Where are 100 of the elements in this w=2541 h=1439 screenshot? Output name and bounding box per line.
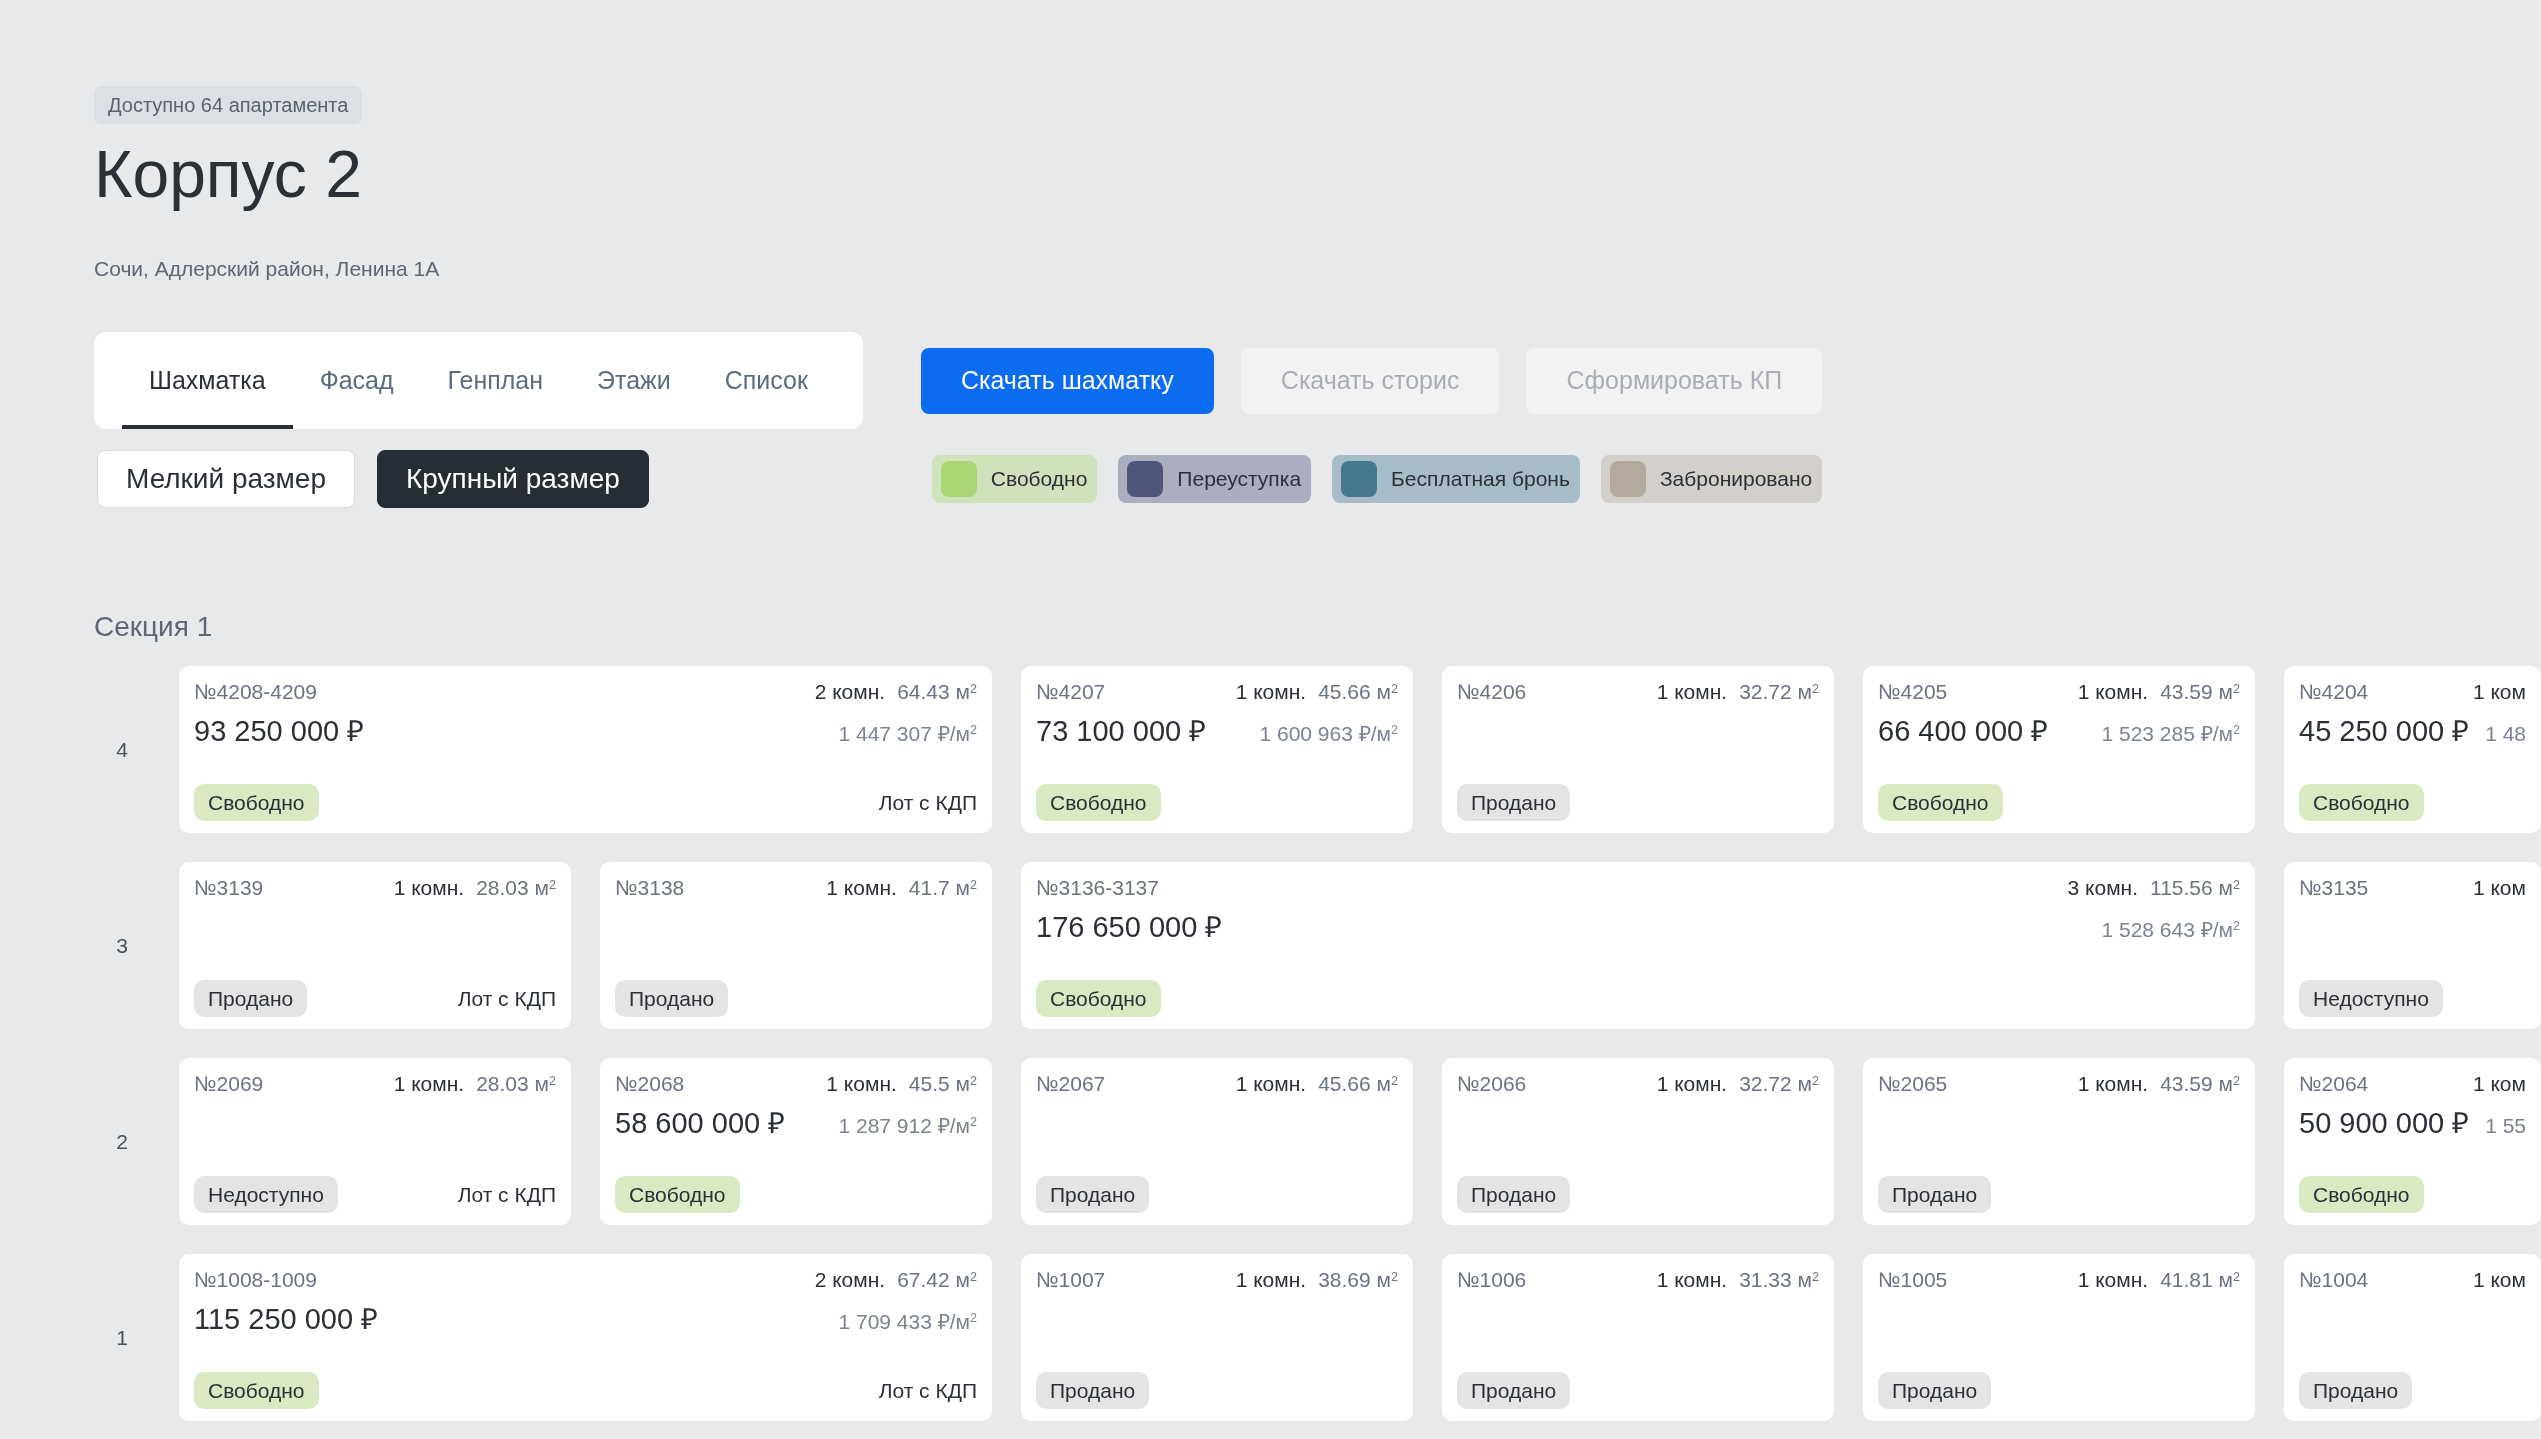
status-badge: Недоступно: [194, 1175, 338, 1214]
tab[interactable]: Генплан: [420, 332, 571, 430]
status-badge: Продано: [1878, 1371, 1992, 1410]
floor-label: 4: [115, 736, 129, 763]
room-count: 2 комн.: [814, 680, 886, 704]
apartment-card[interactable]: №3139 1 комн. 28.03 м$^{2}$ Продано Лот с КДП: [179, 862, 571, 1030]
apartment-number: №3135: [2299, 875, 2369, 902]
status-badge: Продано: [1036, 1175, 1150, 1214]
apartment-card[interactable]: №1005 1 комн. 41.81 м$^{2}$ Продано: [1863, 1254, 2255, 1422]
apartment-card[interactable]: №1007 1 комн. 38.69 м$^{2}$ Продано: [1021, 1254, 1413, 1422]
area-text: 32.72 м$^{2}$: [1739, 680, 1819, 704]
apartment-number: №4208-4209: [194, 679, 317, 706]
apartment-number: №4205: [1878, 679, 1948, 706]
tab[interactable]: Шахматка: [122, 332, 293, 430]
apartment-card[interactable]: №4205 1 комн. 43.59 м$^{2}$ 66 400 000 ₽ 1 523 285 ₽/м$^{2}$ Свободно: [1863, 666, 2255, 834]
legend-label: Переуступка: [1177, 466, 1302, 493]
status-badge: Продано: [615, 979, 729, 1018]
price-per-meter: 1 48: [2485, 720, 2526, 747]
room-count: 2 комн.: [814, 1268, 886, 1292]
price-per-meter: 1 287 912 ₽/м$^{2}$: [838, 1112, 977, 1139]
apartment-number: №2067: [1036, 1071, 1106, 1098]
status-badge: Свободно: [194, 783, 319, 822]
availability-badge: Доступно 64 апартамента: [94, 86, 363, 124]
apartment-card[interactable]: №3136-3137 3 комн. 115.56 м$^{2}$ 176 650 000 ₽ 1 528 643 ₽/м$^{2}$ Свободно: [1021, 862, 2255, 1030]
section-title: Секция 1: [94, 610, 214, 645]
apartment-card[interactable]: №4208-4209 2 комн. 64.43 м$^{2}$ 93 250 000 ₽ 1 447 307 ₽/м$^{2}$ Свободно Лот с КДП: [179, 666, 992, 834]
price-per-meter: 1 55: [2485, 1112, 2526, 1139]
apartment-number: №2069: [194, 1071, 264, 1098]
download-button[interactable]: Скачать шахматку: [920, 347, 1214, 414]
apartment-card[interactable]: №1006 1 комн. 31.33 м$^{2}$ Продано: [1442, 1254, 1834, 1422]
price-per-meter: 1 600 963 ₽/м$^{2}$: [1259, 720, 1398, 747]
price-per-meter: 1 447 307 ₽/м$^{2}$: [838, 720, 977, 747]
lot-note: Лот с КДП: [457, 985, 556, 1012]
area-text: 45.66 м$^{2}$: [1318, 1072, 1398, 1096]
room-count: 1 комн.: [1656, 680, 1728, 704]
room-count: 1 ком: [2472, 680, 2526, 704]
apartment-card[interactable]: №2068 1 комн. 45.5 м$^{2}$ 58 600 000 ₽ 1 287 912 ₽/м$^{2}$ Свободно: [600, 1058, 992, 1226]
apartment-number: №4207: [1036, 679, 1106, 706]
area-text: 43.59 м$^{2}$: [2160, 680, 2240, 704]
apartment-card[interactable]: №1008-1009 2 комн. 67.42 м$^{2}$ 115 250 000 ₽ 1 709 433 ₽/м$^{2}$ Свободно Лот с КДП: [179, 1254, 992, 1422]
apartment-number: №4206: [1457, 679, 1527, 706]
status-badge: Продано: [1457, 1175, 1571, 1214]
lot-note: Лот с КДП: [457, 1181, 556, 1208]
room-count: 1 комн.: [1235, 680, 1307, 704]
page-title: Корпус 2: [94, 138, 363, 211]
lot-note: Лот с КДП: [878, 789, 977, 816]
room-count: 1 ком: [2472, 1072, 2526, 1096]
apartment-number: №3136-3137: [1036, 875, 1159, 902]
apartment-number: №2064: [2299, 1071, 2369, 1098]
area-text: 43.59 м$^{2}$: [2160, 1072, 2240, 1096]
apartment-card[interactable]: №4207 1 комн. 45.66 м$^{2}$ 73 100 000 ₽ 1 600 963 ₽/м$^{2}$ Свободно: [1021, 666, 1413, 834]
apartment-card[interactable]: №4204 1 ком 45 250 000 ₽ 1 48 Свободно: [2284, 666, 2541, 834]
room-count: 1 комн.: [393, 876, 465, 900]
status-badge: Свободно: [1878, 783, 2003, 822]
status-badge: Продано: [1457, 1371, 1571, 1410]
legend-label: Забронировано: [1659, 466, 1813, 493]
room-count: 1 комн.: [393, 1072, 465, 1096]
tab[interactable]: Список: [697, 332, 835, 430]
room-count: 1 комн.: [1235, 1268, 1307, 1292]
apartment-number: №3139: [194, 875, 264, 902]
price-text: 93 250 000 ₽: [194, 713, 365, 749]
price-per-meter: 1 528 643 ₽/м$^{2}$: [2101, 916, 2240, 943]
room-count: 1 ком: [2472, 1268, 2526, 1292]
apartment-card[interactable]: №2066 1 комн. 32.72 м$^{2}$ Продано: [1442, 1058, 1834, 1226]
apartment-card[interactable]: №2064 1 ком 50 900 000 ₽ 1 55 Свободно: [2284, 1058, 2541, 1226]
apartment-card[interactable]: №4206 1 комн. 32.72 м$^{2}$ Продано: [1442, 666, 1834, 834]
status-badge: Свободно: [2299, 1175, 2424, 1214]
price-per-meter: 1 709 433 ₽/м$^{2}$: [838, 1308, 977, 1335]
status-badge: Продано: [1457, 783, 1571, 822]
price-text: 73 100 000 ₽: [1036, 713, 1207, 749]
status-badge: Продано: [2299, 1371, 2413, 1410]
room-count: 1 комн.: [2077, 1072, 2149, 1096]
apartment-card[interactable]: №3135 1 ком Недоступно: [2284, 862, 2541, 1030]
room-count: 1 комн.: [1235, 1072, 1307, 1096]
area-text: 28.03 м$^{2}$: [476, 1072, 556, 1096]
floor-label: 3: [115, 932, 129, 959]
area-text: 115.56 м$^{2}$: [2150, 876, 2240, 900]
tab[interactable]: Фасад: [292, 332, 421, 430]
size-toggle-button[interactable]: Мелкий размер: [97, 450, 355, 509]
area-text: 45.5 м$^{2}$: [908, 1072, 977, 1096]
apartment-number: №4204: [2299, 679, 2369, 706]
apartment-number: №2068: [615, 1071, 685, 1098]
room-count: 1 комн.: [826, 1072, 897, 1096]
floor-label: 1: [115, 1324, 129, 1351]
tab[interactable]: Этажи: [570, 332, 698, 430]
apartment-number: №1004: [2299, 1267, 2369, 1294]
address-text: Сочи, Адлерский район, Ленина 1А: [94, 255, 441, 282]
area-text: 38.69 м$^{2}$: [1318, 1268, 1398, 1292]
apartment-card[interactable]: №2069 1 комн. 28.03 м$^{2}$ Недоступно Лот с КДП: [179, 1058, 571, 1226]
apartment-card[interactable]: №1004 1 ком Продано: [2284, 1254, 2541, 1422]
apartment-number: №1005: [1878, 1267, 1948, 1294]
status-badge: Свободно: [1036, 783, 1161, 822]
price-text: 176 650 000 ₽: [1036, 909, 1223, 945]
apartment-card[interactable]: №2065 1 комн. 43.59 м$^{2}$ Продано: [1863, 1058, 2255, 1226]
size-toggle-button[interactable]: Крупный размер: [377, 450, 649, 509]
room-count: 1 комн.: [1656, 1072, 1728, 1096]
apartment-card[interactable]: №2067 1 комн. 45.66 м$^{2}$ Продано: [1021, 1058, 1413, 1226]
apartment-card[interactable]: №3138 1 комн. 41.7 м$^{2}$ Продано: [600, 862, 992, 1030]
apartment-number: №3138: [615, 875, 685, 902]
legend-label: Бесплатная бронь: [1391, 466, 1570, 493]
